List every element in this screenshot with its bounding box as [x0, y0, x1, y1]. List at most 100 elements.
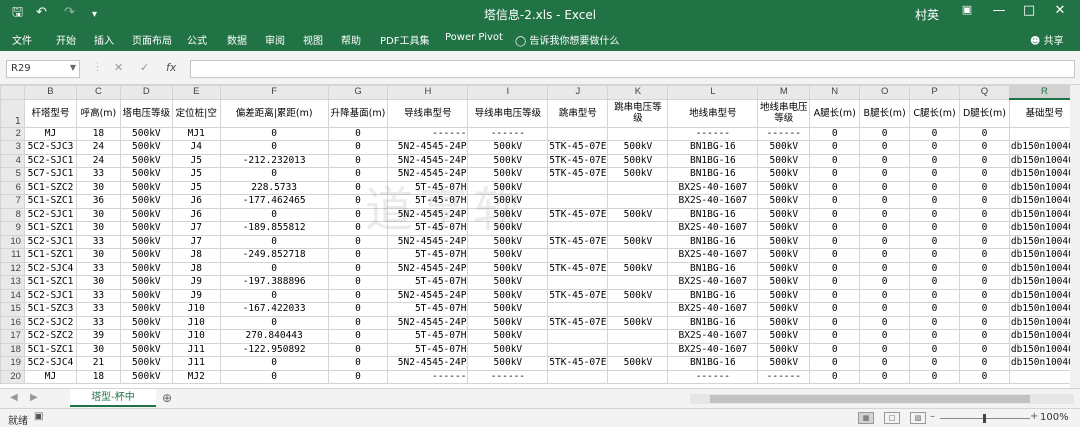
- cell[interactable]: BX2S-40-1607: [667, 342, 759, 357]
- cell[interactable]: 0: [959, 342, 1010, 357]
- cell[interactable]: BX2S-40-1607: [667, 329, 759, 344]
- header-cell[interactable]: A腿长(m): [809, 98, 861, 128]
- header-cell[interactable]: 塔电压等级: [119, 98, 173, 128]
- cell[interactable]: db150n10040: [1008, 261, 1080, 276]
- cell[interactable]: -122.950892: [219, 342, 329, 357]
- cell[interactable]: 500kV: [119, 369, 173, 384]
- cell[interactable]: 500kV: [607, 207, 669, 222]
- header-cell[interactable]: 偏差距离|累距(m): [219, 98, 329, 128]
- cell[interactable]: 33: [75, 302, 121, 317]
- cell[interactable]: 0: [909, 369, 960, 384]
- cell[interactable]: 0: [219, 126, 329, 141]
- row-header-15[interactable]: 15: [0, 302, 25, 317]
- cell[interactable]: MJ2: [171, 369, 221, 384]
- cell[interactable]: [607, 180, 669, 195]
- cell[interactable]: BX2S-40-1607: [667, 275, 759, 290]
- cell[interactable]: 0: [809, 356, 861, 371]
- cell[interactable]: -197.388896: [219, 275, 329, 290]
- header-cell[interactable]: C腿长(m): [909, 98, 960, 128]
- cell[interactable]: 5T-45-07H: [387, 221, 469, 236]
- cell[interactable]: [547, 180, 609, 195]
- insert-function-icon[interactable]: fx: [166, 61, 176, 74]
- cell[interactable]: 500kV: [757, 180, 811, 195]
- enter-icon[interactable]: ✓: [140, 61, 149, 74]
- row-header-19[interactable]: 19: [0, 356, 25, 371]
- column-header-d[interactable]: D: [119, 85, 173, 100]
- cell[interactable]: 5T-45-07H: [387, 342, 469, 357]
- cell[interactable]: [547, 194, 609, 209]
- share-button[interactable]: ☻ 共享: [1030, 32, 1064, 47]
- cell[interactable]: 0: [219, 369, 329, 384]
- cell[interactable]: BN1BG-16: [667, 234, 759, 249]
- cell[interactable]: [607, 342, 669, 357]
- cell[interactable]: 5T-45-07H: [387, 275, 469, 290]
- row-header-6[interactable]: 6: [0, 180, 25, 195]
- cell[interactable]: db150n10040: [1008, 342, 1080, 357]
- row-header-16[interactable]: 16: [0, 315, 25, 330]
- column-header-c[interactable]: C: [75, 85, 121, 100]
- cell[interactable]: 5C2-SJC1: [23, 153, 77, 168]
- cell[interactable]: J10: [171, 315, 221, 330]
- cell[interactable]: 500kV: [467, 261, 549, 276]
- cell[interactable]: 0: [959, 261, 1010, 276]
- cell[interactable]: 5TK-45-07E: [547, 207, 609, 222]
- cell[interactable]: 0: [809, 342, 861, 357]
- cell[interactable]: [547, 248, 609, 263]
- close-icon[interactable]: ✕: [1048, 3, 1072, 18]
- cell[interactable]: 5N2-4545-24P: [387, 153, 469, 168]
- cell[interactable]: 500kV: [757, 153, 811, 168]
- cell[interactable]: BN1BG-16: [667, 153, 759, 168]
- add-sheet-icon[interactable]: ⊕: [162, 391, 172, 405]
- cell[interactable]: 0: [859, 261, 911, 276]
- tell-me-search[interactable]: ◯ 告诉我你想要做什么: [515, 32, 619, 47]
- column-header-r[interactable]: R: [1008, 85, 1080, 100]
- cell[interactable]: 500kV: [119, 180, 173, 195]
- row-header-9[interactable]: 9: [0, 221, 25, 236]
- cell[interactable]: 500kV: [757, 221, 811, 236]
- cell[interactable]: 0: [959, 302, 1010, 317]
- cell[interactable]: 30: [75, 221, 121, 236]
- column-header-h[interactable]: H: [387, 85, 469, 100]
- cell[interactable]: 500kV: [119, 261, 173, 276]
- column-header-f[interactable]: F: [219, 85, 329, 100]
- cell[interactable]: 0: [327, 315, 389, 330]
- cell[interactable]: J7: [171, 221, 221, 236]
- cell[interactable]: 5T-45-07H: [387, 302, 469, 317]
- cell[interactable]: 0: [327, 207, 389, 222]
- cell[interactable]: 0: [327, 369, 389, 384]
- cell[interactable]: 0: [327, 356, 389, 371]
- cell[interactable]: 500kV: [757, 288, 811, 303]
- cell[interactable]: 0: [959, 315, 1010, 330]
- tab-file[interactable]: 文件: [12, 32, 32, 47]
- tab-home[interactable]: 开始: [56, 32, 76, 47]
- tab-data[interactable]: 数据: [227, 32, 247, 47]
- cell[interactable]: 0: [909, 356, 960, 371]
- cell[interactable]: 5C1-SZC1: [23, 248, 77, 263]
- cell[interactable]: 30: [75, 180, 121, 195]
- cell[interactable]: -189.855812: [219, 221, 329, 236]
- cell[interactable]: db150n10040: [1008, 248, 1080, 263]
- cell[interactable]: MJ1: [171, 126, 221, 141]
- cell[interactable]: 5C1-SZC1: [23, 221, 77, 236]
- cell[interactable]: 0: [327, 234, 389, 249]
- normal-view-icon[interactable]: ▦: [858, 412, 874, 424]
- tab-review[interactable]: 审阅: [265, 32, 285, 47]
- row-header-4[interactable]: 4: [0, 153, 25, 168]
- column-header-e[interactable]: E: [171, 85, 221, 100]
- cell[interactable]: J4: [171, 140, 221, 155]
- cell[interactable]: 500kV: [119, 153, 173, 168]
- cell[interactable]: 0: [859, 207, 911, 222]
- cell[interactable]: 500kV: [119, 194, 173, 209]
- cell[interactable]: 500kV: [607, 153, 669, 168]
- cell[interactable]: 33: [75, 167, 121, 182]
- cell[interactable]: 0: [959, 153, 1010, 168]
- cell[interactable]: 0: [219, 315, 329, 330]
- cell[interactable]: 0: [809, 234, 861, 249]
- header-cell[interactable]: B腿长(m): [859, 98, 911, 128]
- cell[interactable]: 500kV: [467, 329, 549, 344]
- cell[interactable]: 0: [909, 302, 960, 317]
- cell[interactable]: 270.840443: [219, 329, 329, 344]
- header-cell[interactable]: D腿长(m): [959, 98, 1010, 128]
- cell[interactable]: 0: [859, 315, 911, 330]
- cell[interactable]: 0: [219, 356, 329, 371]
